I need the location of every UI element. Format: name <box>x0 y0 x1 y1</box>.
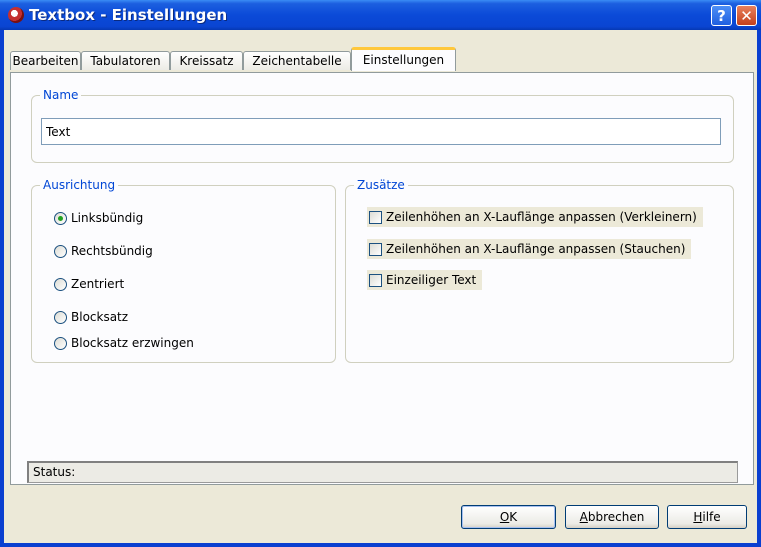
cancel-label: bbrechen <box>587 510 645 524</box>
checkbox-label: Zeilenhöhen an X-Lauflänge anpassen (Sta… <box>386 242 686 256</box>
radio-label: Rechtsbündig <box>71 244 153 258</box>
help-titlebar-button[interactable]: ? <box>711 5 732 26</box>
radio-button[interactable] <box>54 310 67 324</box>
cancel-button[interactable]: Abbrechen <box>565 505 659 529</box>
radio-button[interactable] <box>54 244 67 258</box>
radio-label: Blocksatz <box>71 310 129 324</box>
dialog-window: Textbox - Einstellungen ? ✕ Bearbeiten T… <box>0 0 761 547</box>
title-bar[interactable]: Textbox - Einstellungen ? ✕ <box>0 0 761 30</box>
close-icon[interactable]: ✕ <box>736 5 757 26</box>
name-input[interactable] <box>41 118 721 145</box>
extras-legend: Zusätze <box>357 178 405 192</box>
radio-label: Zentriert <box>71 277 125 291</box>
radio-rechtsbuendig[interactable]: Rechtsbündig <box>54 243 153 259</box>
ok-accel: O <box>499 510 510 524</box>
radio-label: Blocksatz erzwingen <box>71 336 194 350</box>
radio-blocksatz[interactable]: Blocksatz <box>54 309 128 325</box>
name-legend: Name <box>43 88 79 102</box>
tab-bearbeiten[interactable]: Bearbeiten <box>10 51 81 70</box>
status-bar: Status: <box>27 461 738 483</box>
tab-panel: Name Ausrichtung Linksbündig Rechtsbündi… <box>10 72 754 485</box>
tab-kreissatz[interactable]: Kreissatz <box>170 51 243 70</box>
checkbox-label: Zeilenhöhen an X-Lauflänge anpassen (Ver… <box>386 210 697 224</box>
help-label: ilfe <box>702 510 721 524</box>
checkbox-label: Einzeiliger Text <box>386 273 477 287</box>
tab-einstellungen[interactable]: Einstellungen <box>351 47 456 71</box>
window-title: Textbox - Einstellungen <box>29 6 228 24</box>
checkbox-einzeilig[interactable]: Einzeiliger Text <box>367 270 483 290</box>
tab-tabulatoren[interactable]: Tabulatoren <box>81 51 170 70</box>
radio-button[interactable] <box>54 277 67 291</box>
checkbox-stauchen[interactable]: Zeilenhöhen an X-Lauflänge anpassen (Sta… <box>367 239 692 259</box>
radio-zentriert[interactable]: Zentriert <box>54 276 124 292</box>
help-button[interactable]: Hilfe <box>667 505 747 529</box>
ok-button[interactable]: OK <box>461 505 556 529</box>
checkbox[interactable] <box>369 242 382 256</box>
alignment-legend: Ausrichtung <box>43 178 116 192</box>
radio-blocksatz-erzwingen[interactable]: Blocksatz erzwingen <box>54 335 194 351</box>
tab-zeichentabelle[interactable]: Zeichentabelle <box>243 51 351 70</box>
checkbox[interactable] <box>369 273 382 287</box>
cancel-accel: A <box>579 510 588 524</box>
radio-linksbuendig[interactable]: Linksbündig <box>54 210 143 226</box>
dialog-client: Bearbeiten Tabulatoren Kreissatz Zeichen… <box>4 30 757 543</box>
radio-button[interactable] <box>54 336 67 350</box>
ok-label: K <box>509 510 518 524</box>
radio-label: Linksbündig <box>71 211 144 225</box>
checkbox[interactable] <box>369 210 382 224</box>
radio-button-checked[interactable] <box>54 211 67 225</box>
checkbox-verkleinern[interactable]: Zeilenhöhen an X-Lauflänge anpassen (Ver… <box>367 207 703 227</box>
app-icon <box>8 7 24 23</box>
